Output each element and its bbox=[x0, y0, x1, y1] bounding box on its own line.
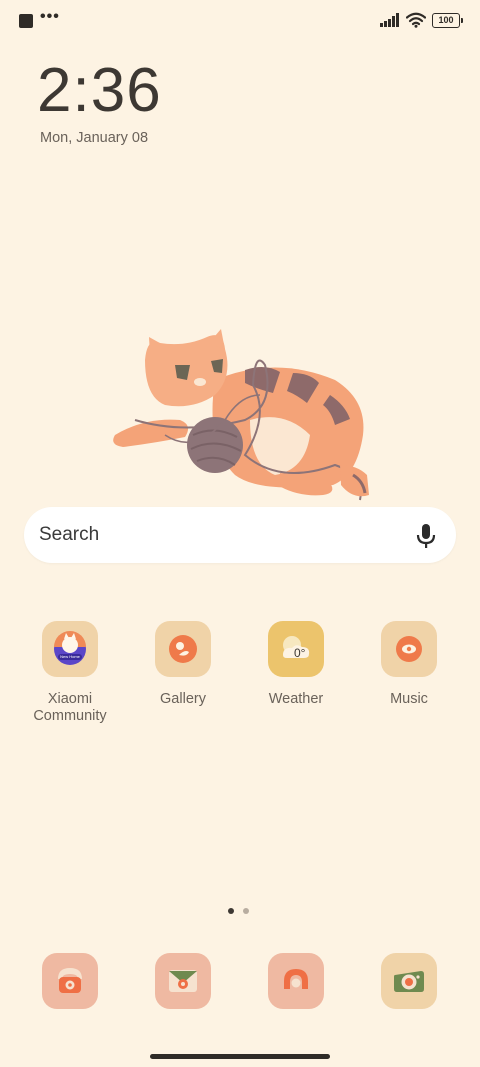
page-dot-active[interactable] bbox=[228, 908, 234, 914]
app-label-xiaomi-community: Xiaomi Community bbox=[33, 691, 107, 724]
weather-temperature: 0° bbox=[294, 646, 306, 660]
app-label-gallery: Gallery bbox=[160, 691, 206, 707]
wifi-icon bbox=[406, 12, 426, 28]
music-icon[interactable] bbox=[381, 621, 437, 677]
messages-icon[interactable] bbox=[155, 953, 211, 1009]
microphone-icon[interactable] bbox=[414, 522, 438, 550]
status-icons: 100 bbox=[380, 12, 463, 28]
battery-icon: 100 bbox=[432, 12, 463, 28]
page-indicator bbox=[228, 908, 249, 914]
app-xiaomi-community[interactable]: New Home Xiaomi Community bbox=[20, 621, 120, 725]
app-music[interactable]: Music bbox=[359, 621, 459, 708]
search-bar[interactable]: Search bbox=[24, 507, 456, 563]
app-weather[interactable]: 0° Weather bbox=[246, 621, 346, 708]
search-label: Search bbox=[39, 524, 100, 545]
gallery-icon[interactable] bbox=[155, 621, 211, 677]
camera-icon[interactable] bbox=[381, 953, 437, 1009]
browser-icon[interactable] bbox=[268, 953, 324, 1009]
more-notifications-icon: ••• bbox=[40, 8, 60, 25]
clock-date[interactable]: Mon, January 08 bbox=[40, 130, 148, 146]
battery-level: 100 bbox=[438, 14, 454, 25]
status-bar: ••• 100 bbox=[0, 0, 480, 42]
phone-icon[interactable] bbox=[42, 953, 98, 1009]
clock-time[interactable]: 2:36 bbox=[37, 56, 162, 126]
signal-icon bbox=[380, 13, 399, 27]
home-indicator-bar[interactable] bbox=[150, 1054, 330, 1059]
xiaomi-community-icon[interactable]: New Home bbox=[42, 621, 98, 677]
app-gallery[interactable]: Gallery bbox=[133, 621, 233, 708]
notification-square-icon bbox=[19, 14, 33, 28]
app-label-weather: Weather bbox=[268, 691, 324, 707]
weather-icon[interactable]: 0° bbox=[268, 621, 324, 677]
app-label-music: Music bbox=[390, 691, 428, 707]
xiaomi-community-badge: New Home bbox=[60, 654, 80, 659]
page-dot[interactable] bbox=[243, 908, 249, 914]
wallpaper-cat-illustration bbox=[113, 329, 369, 501]
